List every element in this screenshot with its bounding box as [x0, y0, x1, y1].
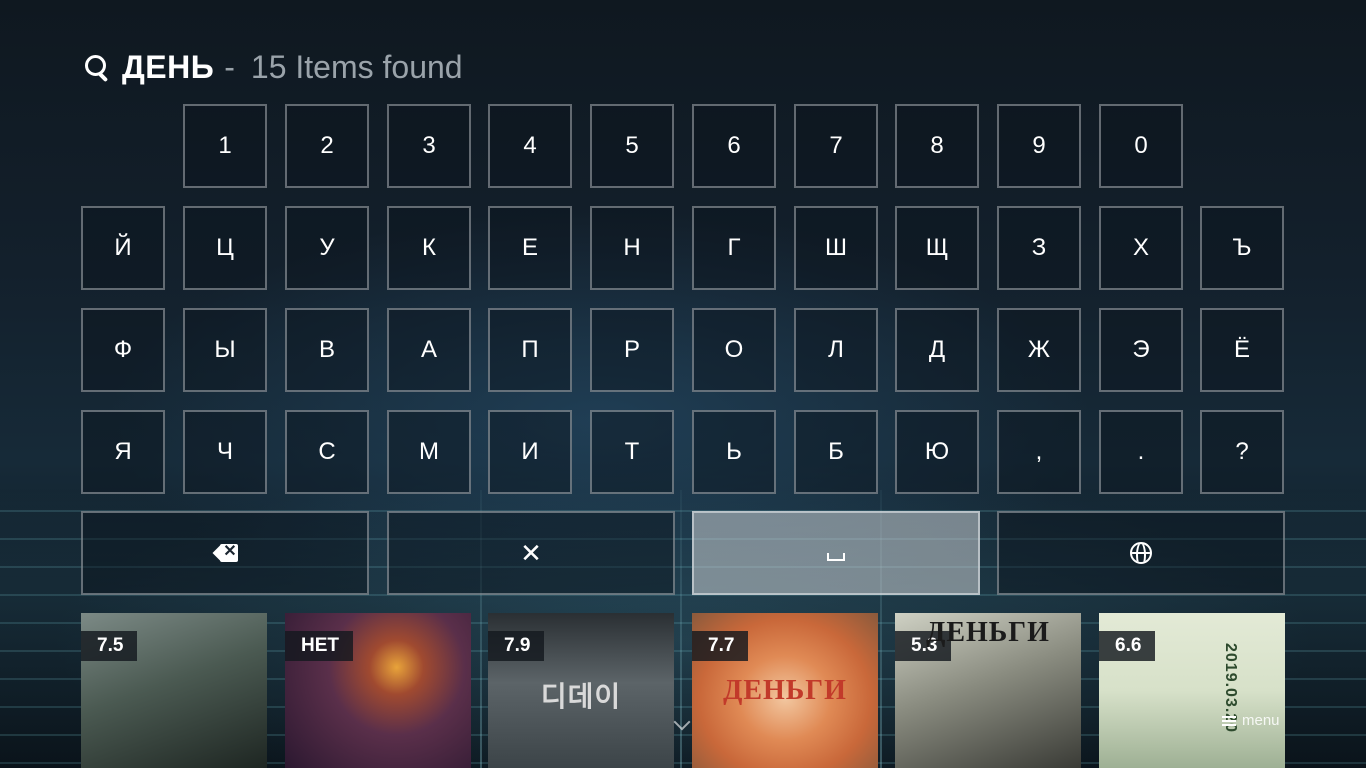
- key-8[interactable]: 8: [895, 104, 979, 188]
- search-query: ДЕНЬ: [122, 48, 215, 85]
- key-9[interactable]: 9: [997, 104, 1081, 188]
- key-letter[interactable]: И: [488, 410, 572, 494]
- key-letter[interactable]: Й: [81, 206, 165, 290]
- key-letter[interactable]: Г: [692, 206, 776, 290]
- key-0[interactable]: 0: [1099, 104, 1183, 188]
- key-letter[interactable]: Ь: [692, 410, 776, 494]
- rating-badge: 7.5: [81, 631, 138, 661]
- backspace-icon: ✕: [212, 543, 238, 562]
- key-letter[interactable]: Ъ: [1200, 206, 1284, 290]
- poster-title: 디데이: [540, 681, 622, 712]
- menu-label: menu: [1242, 712, 1280, 729]
- key-letter[interactable]: П: [488, 308, 572, 392]
- result-poster[interactable]: НЕТ: [285, 613, 471, 768]
- poster-title: ДЕНЬГИ: [926, 617, 1050, 648]
- key-letter[interactable]: Ы: [183, 308, 267, 392]
- key-letter[interactable]: У: [285, 206, 369, 290]
- key-letter[interactable]: М: [387, 410, 471, 494]
- key-letter[interactable]: Ю: [895, 410, 979, 494]
- menu-hint[interactable]: menu: [1222, 712, 1280, 729]
- key-letter[interactable]: З: [997, 206, 1081, 290]
- key-letter[interactable]: Н: [590, 206, 674, 290]
- key-2[interactable]: 2: [285, 104, 369, 188]
- key-5[interactable]: 5: [590, 104, 674, 188]
- key-letter[interactable]: К: [387, 206, 471, 290]
- key-letter[interactable]: Б: [794, 410, 878, 494]
- key-letter[interactable]: Э: [1099, 308, 1183, 392]
- header-separator: -: [224, 48, 235, 85]
- key-3[interactable]: 3: [387, 104, 471, 188]
- key-letter[interactable]: Ч: [183, 410, 267, 494]
- rating-badge: НЕТ: [285, 631, 353, 661]
- key-letter[interactable]: Ё: [1200, 308, 1284, 392]
- key-letter[interactable]: Ц: [183, 206, 267, 290]
- search-icon: [82, 52, 112, 82]
- language-button[interactable]: [997, 511, 1285, 595]
- key-letter[interactable]: Ф: [81, 308, 165, 392]
- key-letter[interactable]: Е: [488, 206, 572, 290]
- key-letter[interactable]: Ш: [794, 206, 878, 290]
- key-4[interactable]: 4: [488, 104, 572, 188]
- key-letter[interactable]: Д: [895, 308, 979, 392]
- rating-badge: 7.7: [692, 631, 749, 661]
- result-poster[interactable]: 7.9 디데이: [488, 613, 674, 768]
- key-7[interactable]: 7: [794, 104, 878, 188]
- space-button[interactable]: [692, 511, 980, 595]
- result-poster[interactable]: 7.7 ДЕНЬГИ: [692, 613, 878, 768]
- key-6[interactable]: 6: [692, 104, 776, 188]
- key-letter[interactable]: Я: [81, 410, 165, 494]
- result-poster[interactable]: 6.6 2019.03.20: [1099, 613, 1285, 768]
- poster-title: ДЕНЬГИ: [723, 675, 847, 706]
- key-letter[interactable]: Л: [794, 308, 878, 392]
- close-icon: ✕: [520, 538, 542, 568]
- key-letter[interactable]: В: [285, 308, 369, 392]
- key-letter[interactable]: Х: [1099, 206, 1183, 290]
- hamburger-icon: [1222, 715, 1236, 726]
- key-letter[interactable]: Р: [590, 308, 674, 392]
- key-letter[interactable]: О: [692, 308, 776, 392]
- key-letter[interactable]: Т: [590, 410, 674, 494]
- key-comma[interactable]: ,: [997, 410, 1081, 494]
- globe-icon: [1130, 542, 1152, 564]
- rating-badge: 7.9: [488, 631, 545, 661]
- key-1[interactable]: 1: [183, 104, 267, 188]
- chevron-down-icon[interactable]: [673, 713, 691, 731]
- search-header: ДЕНЬ - 15 Items found: [82, 48, 463, 86]
- result-poster[interactable]: 7.5: [81, 613, 267, 768]
- key-question[interactable]: ?: [1200, 410, 1284, 494]
- space-icon: [827, 553, 845, 561]
- clear-button[interactable]: ✕: [387, 511, 675, 595]
- key-period[interactable]: .: [1099, 410, 1183, 494]
- key-letter[interactable]: Ж: [997, 308, 1081, 392]
- result-count: 15 Items found: [250, 48, 463, 85]
- result-poster[interactable]: 5.3 ДЕНЬГИ: [895, 613, 1081, 768]
- backspace-button[interactable]: ✕: [81, 511, 369, 595]
- key-letter[interactable]: Щ: [895, 206, 979, 290]
- key-letter[interactable]: С: [285, 410, 369, 494]
- rating-badge: 6.6: [1099, 631, 1156, 661]
- key-letter[interactable]: А: [387, 308, 471, 392]
